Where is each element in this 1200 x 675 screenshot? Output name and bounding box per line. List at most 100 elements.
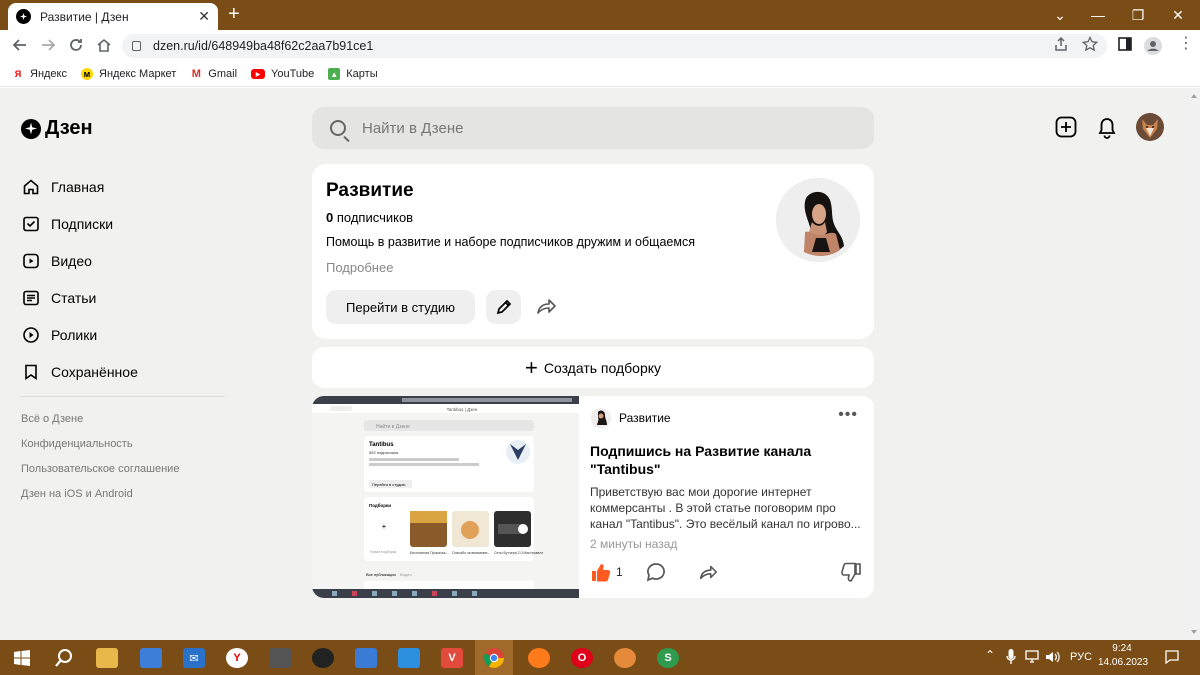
link-about[interactable]: Всё о Дзене [21, 410, 179, 435]
yandex-browser-icon[interactable]: Y [226, 648, 248, 668]
post-author[interactable]: Развитие [591, 408, 671, 428]
bell-icon[interactable] [1097, 117, 1117, 139]
profile-icon[interactable] [1143, 36, 1163, 56]
network-app-icon[interactable] [398, 648, 420, 668]
reload-icon[interactable] [68, 37, 84, 53]
home-icon [23, 178, 39, 194]
create-icon[interactable] [1055, 116, 1077, 138]
notifications-icon[interactable] [1164, 649, 1180, 665]
post-time: 2 минуты назад [590, 537, 678, 551]
sidebar-item-shorts[interactable]: Ролики [22, 316, 138, 353]
spiral-app-icon[interactable] [614, 648, 636, 668]
channel-avatar[interactable] [776, 178, 860, 262]
post-snippet: Приветствую вас мои дорогие интернет ком… [590, 485, 861, 531]
dzen-favicon-icon [16, 9, 31, 24]
mail-icon[interactable]: ✉ [183, 648, 205, 668]
menu-dots-icon[interactable]: ⋮ [1178, 33, 1194, 53]
bookmark-maps[interactable]: ▲ Карты [328, 68, 378, 80]
forward-icon[interactable] [40, 37, 56, 53]
link-terms[interactable]: Пользовательское соглашение [21, 460, 179, 485]
car-app-icon[interactable] [355, 648, 377, 668]
scrollbar[interactable] [1188, 88, 1200, 640]
side-panel-icon[interactable] [1117, 36, 1133, 52]
youtube-icon: ▶ [251, 69, 266, 79]
scroll-down-icon[interactable] [1191, 630, 1197, 634]
url-text: dzen.ru/id/648949ba48f62c2aa7b91ce1 [153, 39, 374, 53]
post-thumbnail[interactable]: Tantibus | Дзен Найти в Дзене Tantibus 5… [312, 396, 579, 598]
tray-expand-icon[interactable]: ⌃ [985, 648, 995, 662]
thumbnail-screenshot-image: Tantibus | Дзен Найти в Дзене Tantibus 5… [312, 396, 579, 598]
share-page-icon[interactable] [1053, 36, 1069, 52]
like-icon[interactable] [590, 561, 612, 583]
network-icon[interactable] [1025, 650, 1039, 664]
bookmark-gmail[interactable]: M Gmail [190, 68, 237, 80]
browser-tab[interactable]: Развитие | Дзен ✕ [8, 3, 218, 30]
studio-button[interactable]: Перейти в студию [326, 290, 475, 324]
bookmark-youtube[interactable]: ▶ YouTube [251, 68, 314, 80]
taskbar-search-icon[interactable] [54, 648, 74, 668]
vivaldi-icon[interactable]: V [441, 648, 463, 668]
maximize-button[interactable]: ❐ [1118, 0, 1158, 30]
chrome-icon[interactable] [483, 647, 505, 669]
share-icon[interactable] [534, 294, 558, 318]
yandex-icon: Я [14, 69, 22, 79]
user-avatar[interactable] [1136, 113, 1164, 141]
back-icon[interactable] [12, 37, 28, 53]
store-icon[interactable] [140, 648, 162, 668]
dislike-icon[interactable] [840, 562, 862, 584]
tab-search-icon[interactable]: ⌄ [1040, 0, 1080, 30]
link-apps[interactable]: Дзен на iOS и Android [21, 485, 179, 510]
bookmark-yandex[interactable]: Я Яндекс [12, 68, 67, 80]
sidebar-item-home[interactable]: Главная [22, 168, 138, 205]
search-input[interactable]: Найти в Дзене [312, 107, 874, 149]
channel-avatar-image [776, 178, 860, 262]
post-actions: 1 [590, 561, 719, 583]
language-indicator[interactable]: РУС [1070, 651, 1092, 663]
thumb-studio: Перейти в студию [372, 482, 406, 487]
post-author-avatar [591, 408, 611, 428]
channel-more-link[interactable]: Подробнее [326, 260, 393, 275]
dzen-logo[interactable]: Дзен [21, 117, 93, 140]
link-privacy[interactable]: Конфиденциальность [21, 435, 179, 460]
volume-icon[interactable] [1045, 650, 1061, 664]
game-app-icon[interactable] [269, 648, 291, 668]
tab-close-icon[interactable]: ✕ [198, 8, 210, 25]
thumb-channel: Tantibus [369, 442, 394, 448]
bookmark-icon [25, 364, 37, 380]
minimize-button[interactable]: — [1078, 0, 1118, 30]
scroll-up-icon[interactable] [1191, 94, 1197, 98]
create-collection-button[interactable]: + Создать подборку [312, 347, 874, 388]
obs-icon[interactable] [312, 648, 334, 668]
post-menu-icon[interactable]: ••• [838, 406, 858, 424]
sidebar-footer-links: Всё о Дзене Конфиденциальность Пользоват… [21, 410, 179, 510]
star-icon[interactable] [1082, 36, 1098, 52]
home-page-icon[interactable] [96, 37, 112, 53]
maps-icon: ▲ [328, 68, 341, 80]
green-app-icon[interactable]: S [657, 648, 679, 668]
edit-button[interactable] [486, 290, 521, 324]
microphone-icon[interactable] [1006, 649, 1016, 665]
bookmark-market[interactable]: м Яндекс Маркет [81, 68, 176, 80]
shorts-icon [23, 326, 39, 343]
new-tab-button[interactable]: + [228, 3, 240, 25]
video-icon [23, 253, 39, 268]
sidebar-item-saved[interactable]: Сохранённое [22, 353, 138, 390]
articles-icon [23, 290, 39, 305]
system-clock[interactable]: 9:24 14.06.2023 [1098, 642, 1148, 670]
post-title[interactable]: Подпишись на Развитие канала "Tantibus" [590, 442, 860, 478]
opera-icon[interactable]: O [571, 648, 593, 668]
repost-icon[interactable] [697, 561, 719, 583]
sidebar-item-video[interactable]: Видео [22, 242, 138, 279]
post-card[interactable]: Tantibus | Дзен Найти в Дзене Tantibus 5… [312, 396, 874, 598]
firefox-icon[interactable] [528, 648, 550, 668]
close-window-button[interactable]: ✕ [1158, 0, 1198, 30]
thumb-item1: Бесплатная Прокачка... [410, 551, 448, 555]
windows-start-icon[interactable] [14, 650, 30, 666]
plus-icon: + [524, 354, 538, 380]
thumb-item3: Сеты Бутчера 2.0 Мастервелл [494, 551, 543, 555]
file-explorer-icon[interactable] [96, 648, 118, 668]
sidebar-item-subscriptions[interactable]: Подписки [22, 205, 138, 242]
sidebar-item-articles[interactable]: Статьи [22, 279, 138, 316]
comment-icon[interactable] [645, 561, 667, 583]
url-field[interactable]: dzen.ru/id/648949ba48f62c2aa7b91ce1 [122, 34, 1107, 58]
